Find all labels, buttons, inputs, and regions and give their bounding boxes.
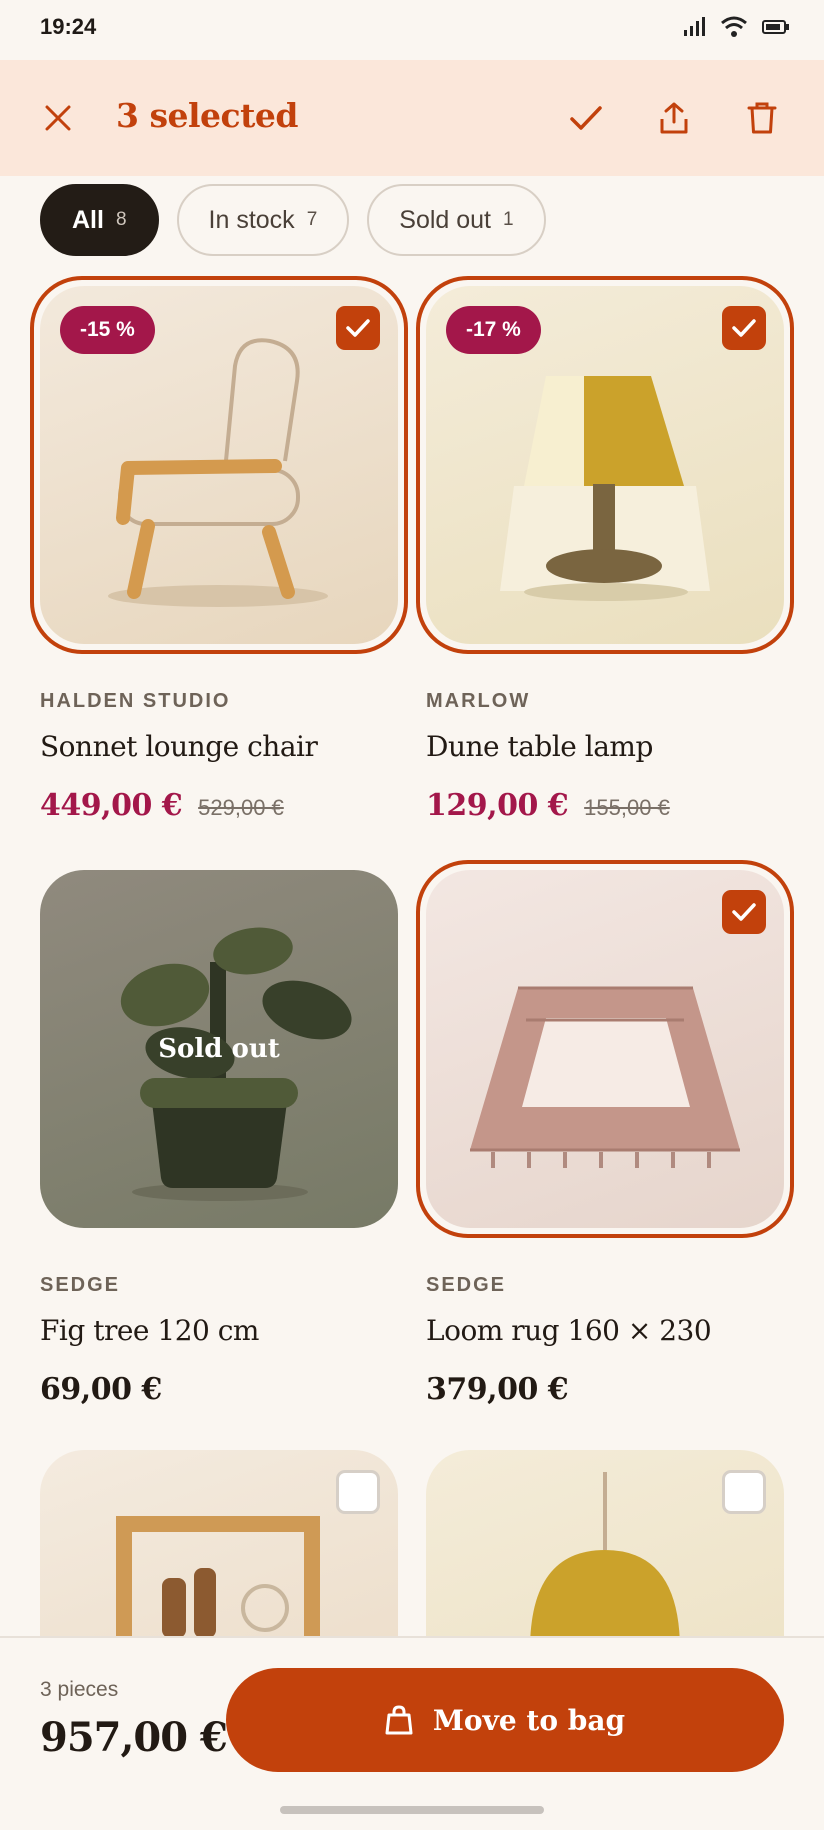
trash-icon (747, 102, 777, 134)
chip-label: All (72, 205, 104, 234)
product-price: 379,00 € (426, 1372, 569, 1407)
filter-chip-in-stock[interactable]: In stock 7 (176, 184, 350, 256)
product-name: Sonnet lounge chair (40, 730, 318, 763)
discount-badge: -17 % (446, 306, 541, 354)
original-price: 155,00 € (584, 795, 670, 820)
battery-icon (762, 20, 789, 34)
share-button[interactable] (652, 96, 696, 140)
product-name: Fig tree 120 cm (40, 1314, 259, 1347)
selection-checkbox[interactable] (336, 1470, 380, 1514)
product-name: Dune table lamp (426, 730, 653, 763)
chip-label: In stock (208, 205, 295, 234)
sold-out-label: Sold out (158, 1034, 280, 1064)
delete-button[interactable] (740, 96, 784, 140)
product-brand: MARLOW (426, 690, 531, 712)
selection-count: 3 selected (116, 96, 298, 135)
shopping-bag-icon (385, 1705, 413, 1735)
product-brand: SEDGE (426, 1274, 507, 1296)
chip-count: 8 (115, 209, 127, 230)
status-time: 19:24 (40, 14, 97, 39)
filter-chip-sold-out[interactable]: Sold out 1 (367, 184, 546, 256)
product-brand: SEDGE (40, 1274, 121, 1296)
check-icon (346, 319, 370, 337)
chip-count: 1 (503, 209, 514, 230)
product-image: Sold out (40, 870, 398, 1228)
check-icon (732, 319, 756, 337)
selection-checkbox[interactable] (722, 306, 766, 350)
chip-label: Sold out (399, 205, 492, 234)
cta-label: Move to bag (432, 1703, 626, 1737)
bottom-action-bar: 3 pieces 957,00 € Move to bag (0, 1636, 824, 1830)
wifi-icon (721, 16, 747, 37)
selected-total: 957,00 € (40, 1714, 228, 1761)
selection-toolbar: 3 selected (0, 60, 824, 176)
filter-chip-all[interactable]: All 8 (40, 184, 159, 256)
signal-icon (684, 17, 705, 36)
selected-pieces: 3 pieces (40, 1678, 119, 1701)
home-indicator[interactable] (280, 1806, 544, 1814)
product-name: Loom rug 160 × 230 (426, 1314, 712, 1347)
filter-chips: All 8 In stock 7 Sold out 1 (40, 184, 546, 256)
product-price: 129,00 € (426, 788, 569, 823)
confirm-selection-button[interactable] (564, 96, 608, 140)
status-bar: 19:24 (0, 0, 824, 60)
selection-checkbox[interactable] (722, 1470, 766, 1514)
product-price: 69,00 € (40, 1372, 162, 1407)
discount-badge: -15 % (60, 306, 155, 354)
close-icon (45, 105, 71, 131)
selection-checkbox[interactable] (336, 306, 380, 350)
original-price: 529,00 € (198, 795, 284, 820)
selection-checkbox[interactable] (722, 890, 766, 934)
check-icon (732, 903, 756, 921)
move-to-bag-button[interactable]: Move to bag (226, 1668, 784, 1772)
product-price: 449,00 € (40, 788, 183, 823)
product-brand: HALDEN STUDIO (40, 690, 231, 712)
check-icon (570, 106, 602, 130)
chip-count: 7 (306, 209, 318, 230)
close-selection-button[interactable] (36, 96, 80, 140)
share-icon (660, 102, 688, 134)
